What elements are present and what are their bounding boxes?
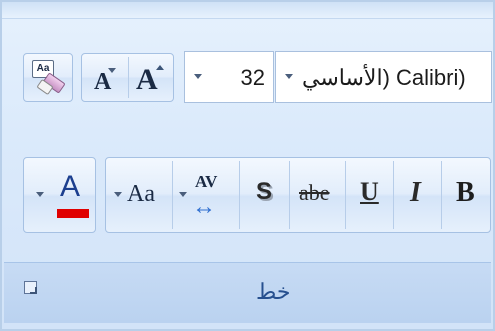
text-format-buttons: Aa AV ↔ S abe U I B <box>105 157 491 233</box>
group-title-bar: خط <box>4 262 491 323</box>
font-color-swatch <box>57 209 89 218</box>
font-size-combobox[interactable]: 32 <box>184 51 274 103</box>
underline-label: U <box>360 177 379 206</box>
group-title: خط <box>256 279 291 304</box>
bold-button[interactable]: B <box>442 158 490 232</box>
shadow-button[interactable]: S <box>240 158 289 232</box>
change-case-label: Aa <box>127 181 155 207</box>
shrink-font-label: A <box>94 69 112 95</box>
font-name-dropdown-icon[interactable] <box>285 74 293 79</box>
font-group-panel: Aa A A 32 الأساسي) Calibri) A Aa AV ↔ S … <box>0 0 495 331</box>
shrink-arrow-icon <box>108 68 116 73</box>
eraser-icon: Aa <box>32 60 66 96</box>
font-size-value[interactable]: 32 <box>241 65 265 91</box>
font-name-value[interactable]: الأساسي) Calibri) <box>302 65 466 91</box>
grow-font-label: A <box>136 63 158 96</box>
font-size-buttons: A A <box>81 53 174 102</box>
font-color-button[interactable]: A <box>23 157 96 233</box>
strikethrough-button[interactable]: abe <box>290 158 345 232</box>
font-color-label: A <box>60 170 81 203</box>
grow-arrow-icon <box>156 65 164 70</box>
grow-font-button[interactable]: A <box>129 54 174 101</box>
change-case-button[interactable]: Aa <box>106 158 172 232</box>
font-size-dropdown-icon[interactable] <box>194 74 202 79</box>
shrink-font-button[interactable]: A <box>82 54 127 101</box>
dialog-launcher-icon[interactable] <box>24 281 37 294</box>
shadow-label: S <box>256 178 273 205</box>
italic-button[interactable]: I <box>394 158 441 232</box>
double-arrow-icon: ↔ <box>192 193 216 220</box>
font-color-dropdown-icon[interactable] <box>36 192 44 197</box>
change-case-dropdown-icon[interactable] <box>114 192 122 197</box>
strikethrough-label: abe <box>299 180 330 205</box>
clear-formatting-button[interactable]: Aa <box>23 53 73 102</box>
bold-label: B <box>456 177 475 208</box>
underline-button[interactable]: U <box>346 158 393 232</box>
character-spacing-button[interactable]: AV ↔ <box>173 158 239 232</box>
char-spacing-dropdown-icon[interactable] <box>179 192 187 197</box>
italic-label: I <box>410 177 421 208</box>
char-spacing-label: AV <box>195 172 218 191</box>
font-name-combobox[interactable]: الأساسي) Calibri) <box>275 51 492 103</box>
